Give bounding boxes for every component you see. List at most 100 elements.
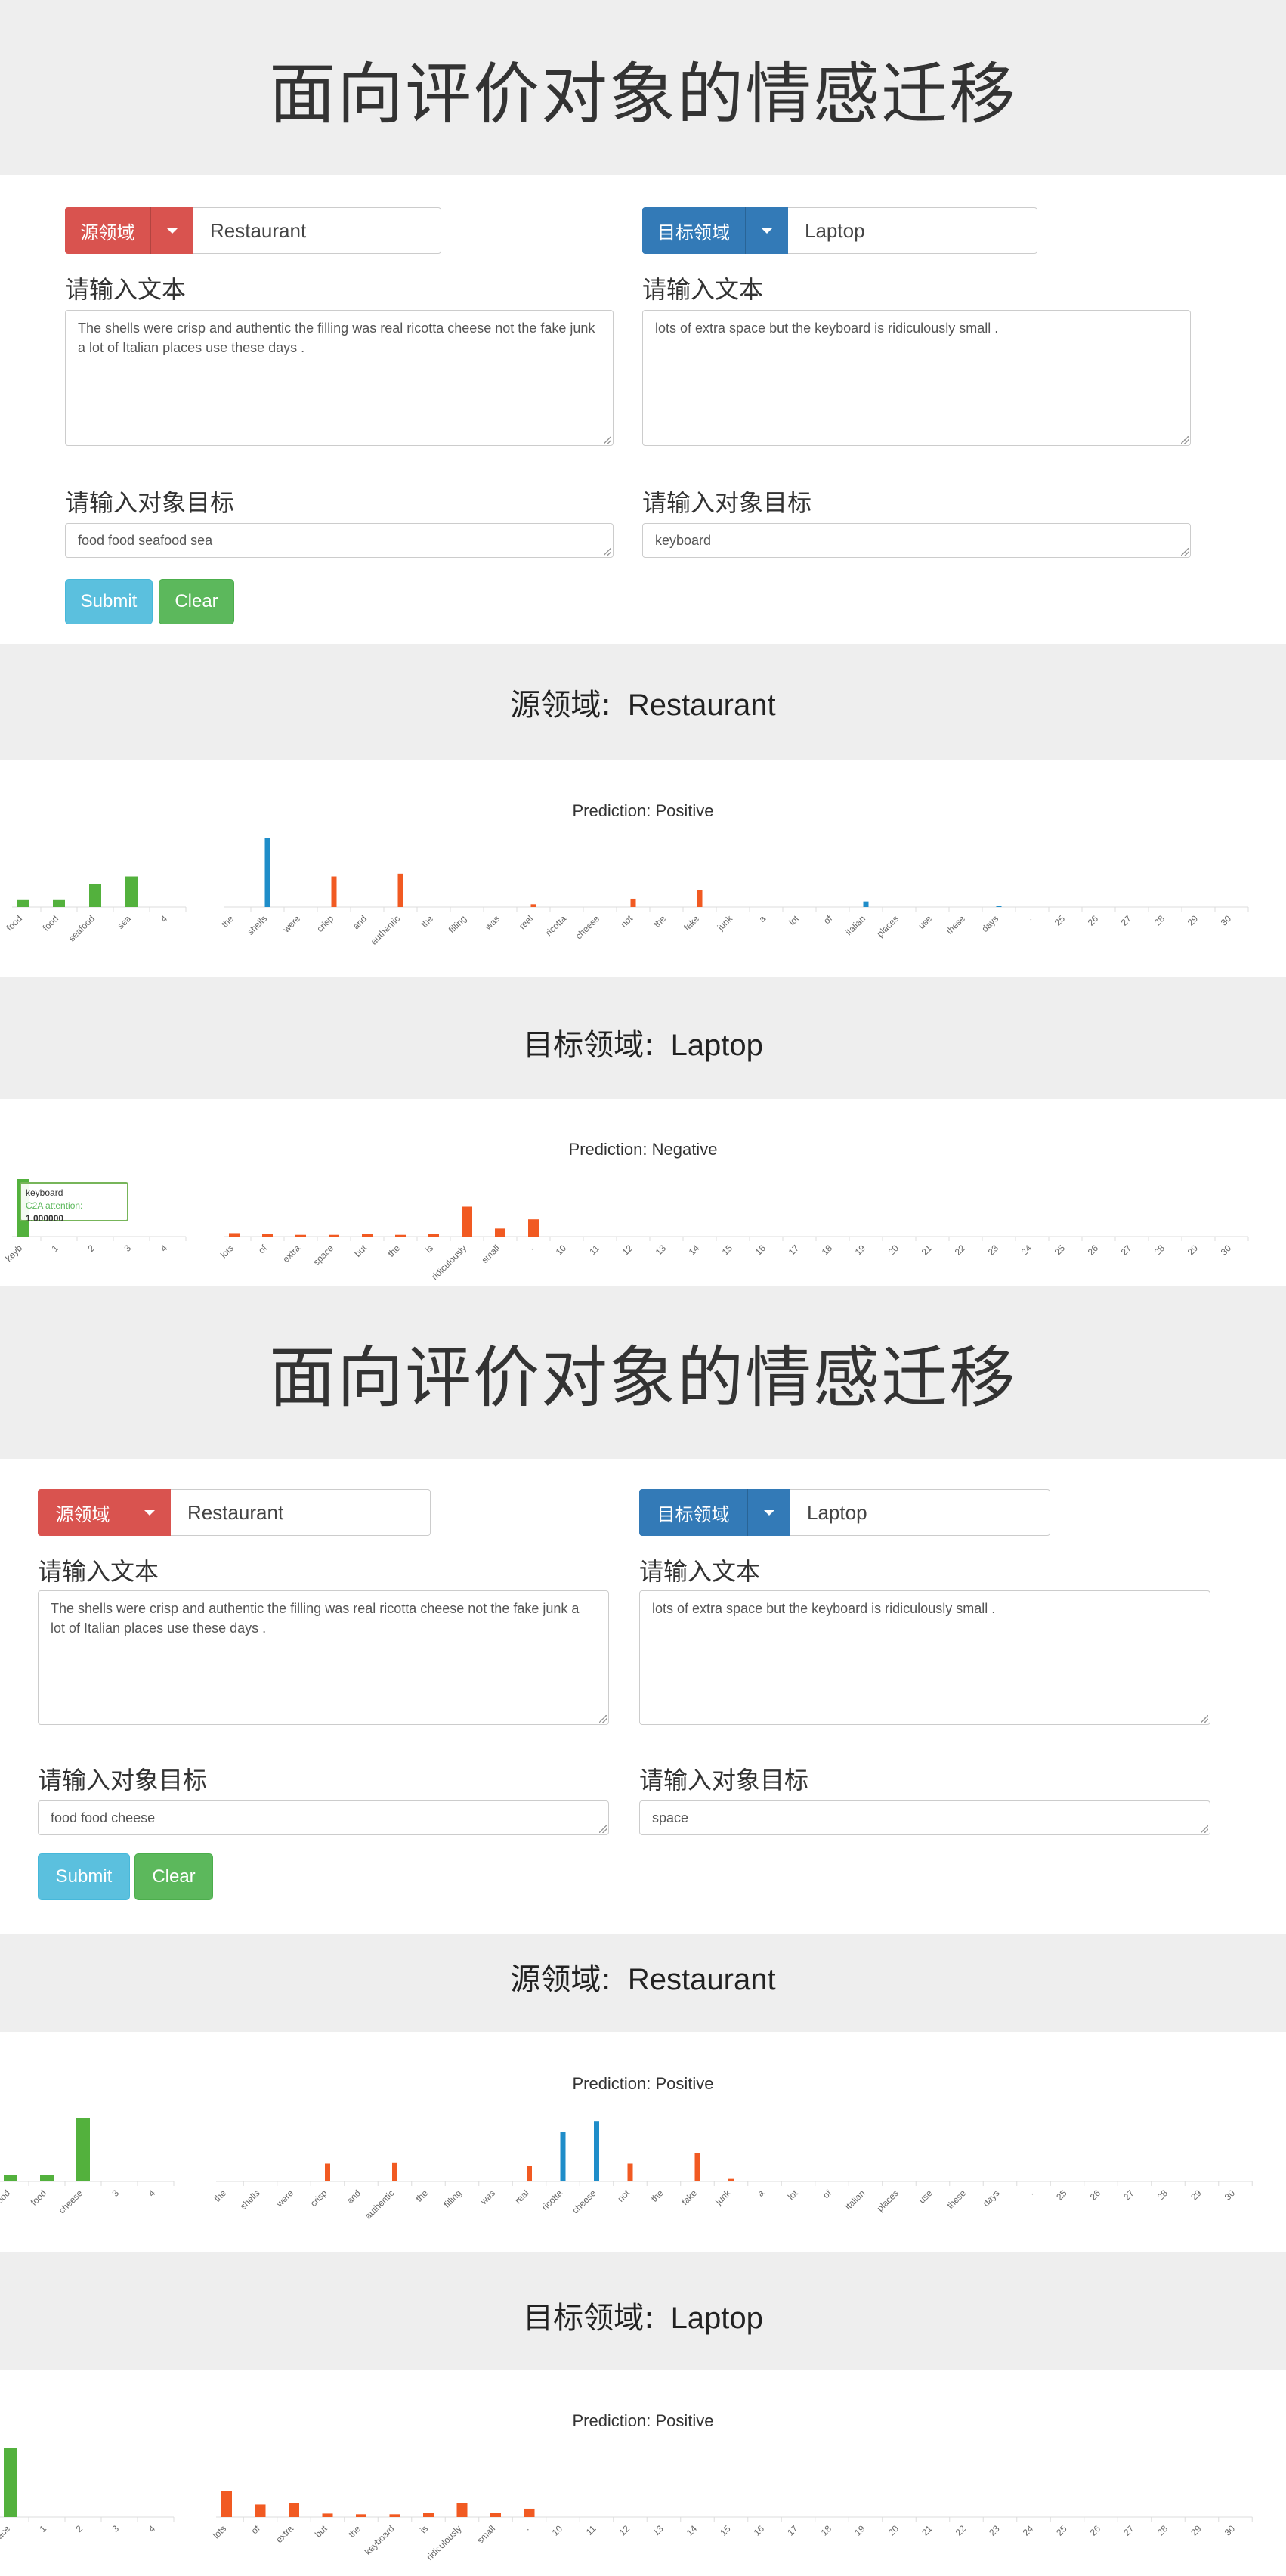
attention-bar[interactable]	[325, 2163, 330, 2181]
target-domain-input[interactable]: Laptop	[790, 1489, 1050, 1536]
attention-tick-label: 16	[752, 2523, 767, 2538]
attention-bar[interactable]	[524, 2508, 535, 2517]
attention-bar[interactable]	[527, 2166, 532, 2181]
attention-bar[interactable]	[329, 1234, 339, 1237]
attention-bar[interactable]	[456, 2503, 468, 2517]
aspect-tick-label: 3	[110, 2523, 121, 2534]
attention-bar[interactable]	[362, 1234, 373, 1237]
resize-handle[interactable]	[1181, 548, 1189, 556]
source-domain-input[interactable]: Restaurant	[171, 1489, 431, 1536]
attention-bar[interactable]	[594, 2121, 599, 2181]
target-text-input[interactable]: lots of extra space but the keyboard is …	[639, 1590, 1210, 1725]
attention-bar[interactable]	[528, 1219, 539, 1237]
target-domain-dropdown[interactable]: 目标领域	[642, 207, 788, 254]
attention-bar[interactable]	[728, 2178, 734, 2181]
aspect-bar[interactable]	[76, 2118, 90, 2181]
page-title: 面向评价对象的情感迁移	[268, 1339, 1017, 1416]
resize-handle[interactable]	[604, 436, 611, 444]
attention-bar[interactable]	[264, 838, 270, 907]
resize-handle[interactable]	[1201, 1825, 1208, 1833]
attention-tick-label: 21	[920, 2523, 935, 2538]
aspect-bar[interactable]	[4, 2175, 17, 2181]
attention-bar[interactable]	[395, 1234, 406, 1237]
attention-bar[interactable]	[229, 1233, 240, 1237]
submit-button[interactable]: Submit	[38, 1853, 130, 1900]
attention-tick-label: space	[311, 1243, 336, 1268]
attention-tick-label: .	[1025, 913, 1034, 922]
attention-bar[interactable]	[697, 890, 703, 907]
attention-bar[interactable]	[630, 898, 636, 907]
source-aspect-input[interactable]: food food cheese	[38, 1800, 609, 1835]
source-domain-input[interactable]: Restaurant	[193, 207, 441, 254]
source-aspect-input[interactable]: food food seafood sea	[65, 523, 614, 558]
clear-button[interactable]: Clear	[159, 579, 234, 624]
attention-bar[interactable]	[322, 2513, 333, 2517]
attention-bar[interactable]	[694, 2153, 700, 2181]
aspect-tick-label: seafood	[66, 913, 97, 943]
resize-handle[interactable]	[1181, 436, 1189, 444]
attention-bar[interactable]	[530, 904, 536, 907]
clear-button[interactable]: Clear	[134, 1853, 213, 1900]
attention-bar[interactable]	[495, 1228, 505, 1237]
attention-bar[interactable]	[295, 1234, 306, 1237]
target-domain-input[interactable]: Laptop	[788, 207, 1037, 254]
submit-button[interactable]: Submit	[65, 579, 153, 624]
prediction-label: Prediction: Positive	[572, 2074, 714, 2093]
attention-bar[interactable]	[356, 2514, 366, 2517]
resize-handle[interactable]	[1201, 1715, 1208, 1723]
target-aspect-label: 请输入对象目标	[642, 488, 812, 517]
attention-bar[interactable]	[255, 2504, 266, 2517]
aspect-bar[interactable]	[53, 899, 65, 907]
attention-bar[interactable]	[490, 2513, 501, 2517]
aspect-tick-label: sea	[116, 913, 134, 931]
attention-bar[interactable]	[262, 1234, 273, 1237]
attention-tick-label: small	[479, 1243, 502, 1265]
attention-bar[interactable]	[428, 1234, 439, 1237]
target-domain-dropdown[interactable]: 目标领域	[639, 1489, 790, 1536]
attention-tick-label: ricotta	[539, 2187, 564, 2212]
attention-bar[interactable]	[221, 2491, 232, 2517]
resize-handle[interactable]	[604, 548, 611, 556]
resize-handle[interactable]	[599, 1825, 607, 1833]
attention-bar[interactable]	[627, 2163, 633, 2181]
chevron-down-icon[interactable]	[128, 1489, 171, 1536]
target-text-input[interactable]: lots of extra space but the keyboard is …	[642, 310, 1191, 446]
chevron-down-icon[interactable]	[747, 1489, 790, 1536]
attention-bar[interactable]	[423, 2513, 434, 2517]
attention-tick-label: places	[875, 2187, 901, 2213]
chevron-down-icon[interactable]	[745, 207, 788, 254]
attention-bar[interactable]	[863, 901, 869, 907]
target-aspect-input[interactable]: space	[639, 1800, 1210, 1835]
attention-tick-label: the	[219, 913, 236, 930]
resize-handle[interactable]	[599, 1715, 607, 1723]
attention-tick-label: authentic	[363, 2187, 396, 2221]
source-result-title: 源领域: Restaurant	[0, 680, 1286, 724]
aspect-bar[interactable]	[40, 2175, 54, 2181]
attention-tick-label: lot	[786, 2187, 800, 2202]
aspect-tick-label: keyb	[3, 1243, 24, 1264]
attention-tick-label: use	[917, 2187, 935, 2206]
attention-bar[interactable]	[331, 876, 337, 907]
chart-3: food food cheese 3 4 the shells were crisp and aut…	[0, 2118, 1253, 2221]
attention-bar[interactable]	[289, 2503, 299, 2517]
attention-tick-label: places	[875, 913, 901, 939]
attention-bar[interactable]	[996, 906, 1002, 907]
attention-bar[interactable]	[462, 1206, 472, 1237]
aspect-bar[interactable]	[89, 884, 101, 907]
attention-tick-label: of	[256, 1243, 269, 1255]
attention-bar[interactable]	[392, 2162, 397, 2181]
aspect-bar[interactable]	[17, 899, 29, 907]
result-domain: Restaurant	[627, 1963, 776, 1996]
source-text-input[interactable]: The shells were crisp and authentic the …	[65, 310, 614, 446]
source-text-input[interactable]: The shells were crisp and authentic the …	[38, 1590, 609, 1725]
attention-bar[interactable]	[397, 873, 403, 907]
attention-bar[interactable]	[560, 2132, 566, 2181]
chevron-down-icon[interactable]	[150, 207, 193, 254]
aspect-tick-label: space	[0, 2523, 12, 2548]
source-domain-dropdown[interactable]: 源领域	[38, 1489, 171, 1536]
target-aspect-input[interactable]: keyboard	[642, 523, 1191, 558]
aspect-bar[interactable]	[4, 2448, 17, 2517]
attention-bar[interactable]	[389, 2514, 400, 2517]
aspect-bar[interactable]	[125, 876, 138, 907]
source-domain-dropdown[interactable]: 源领域	[65, 207, 193, 254]
